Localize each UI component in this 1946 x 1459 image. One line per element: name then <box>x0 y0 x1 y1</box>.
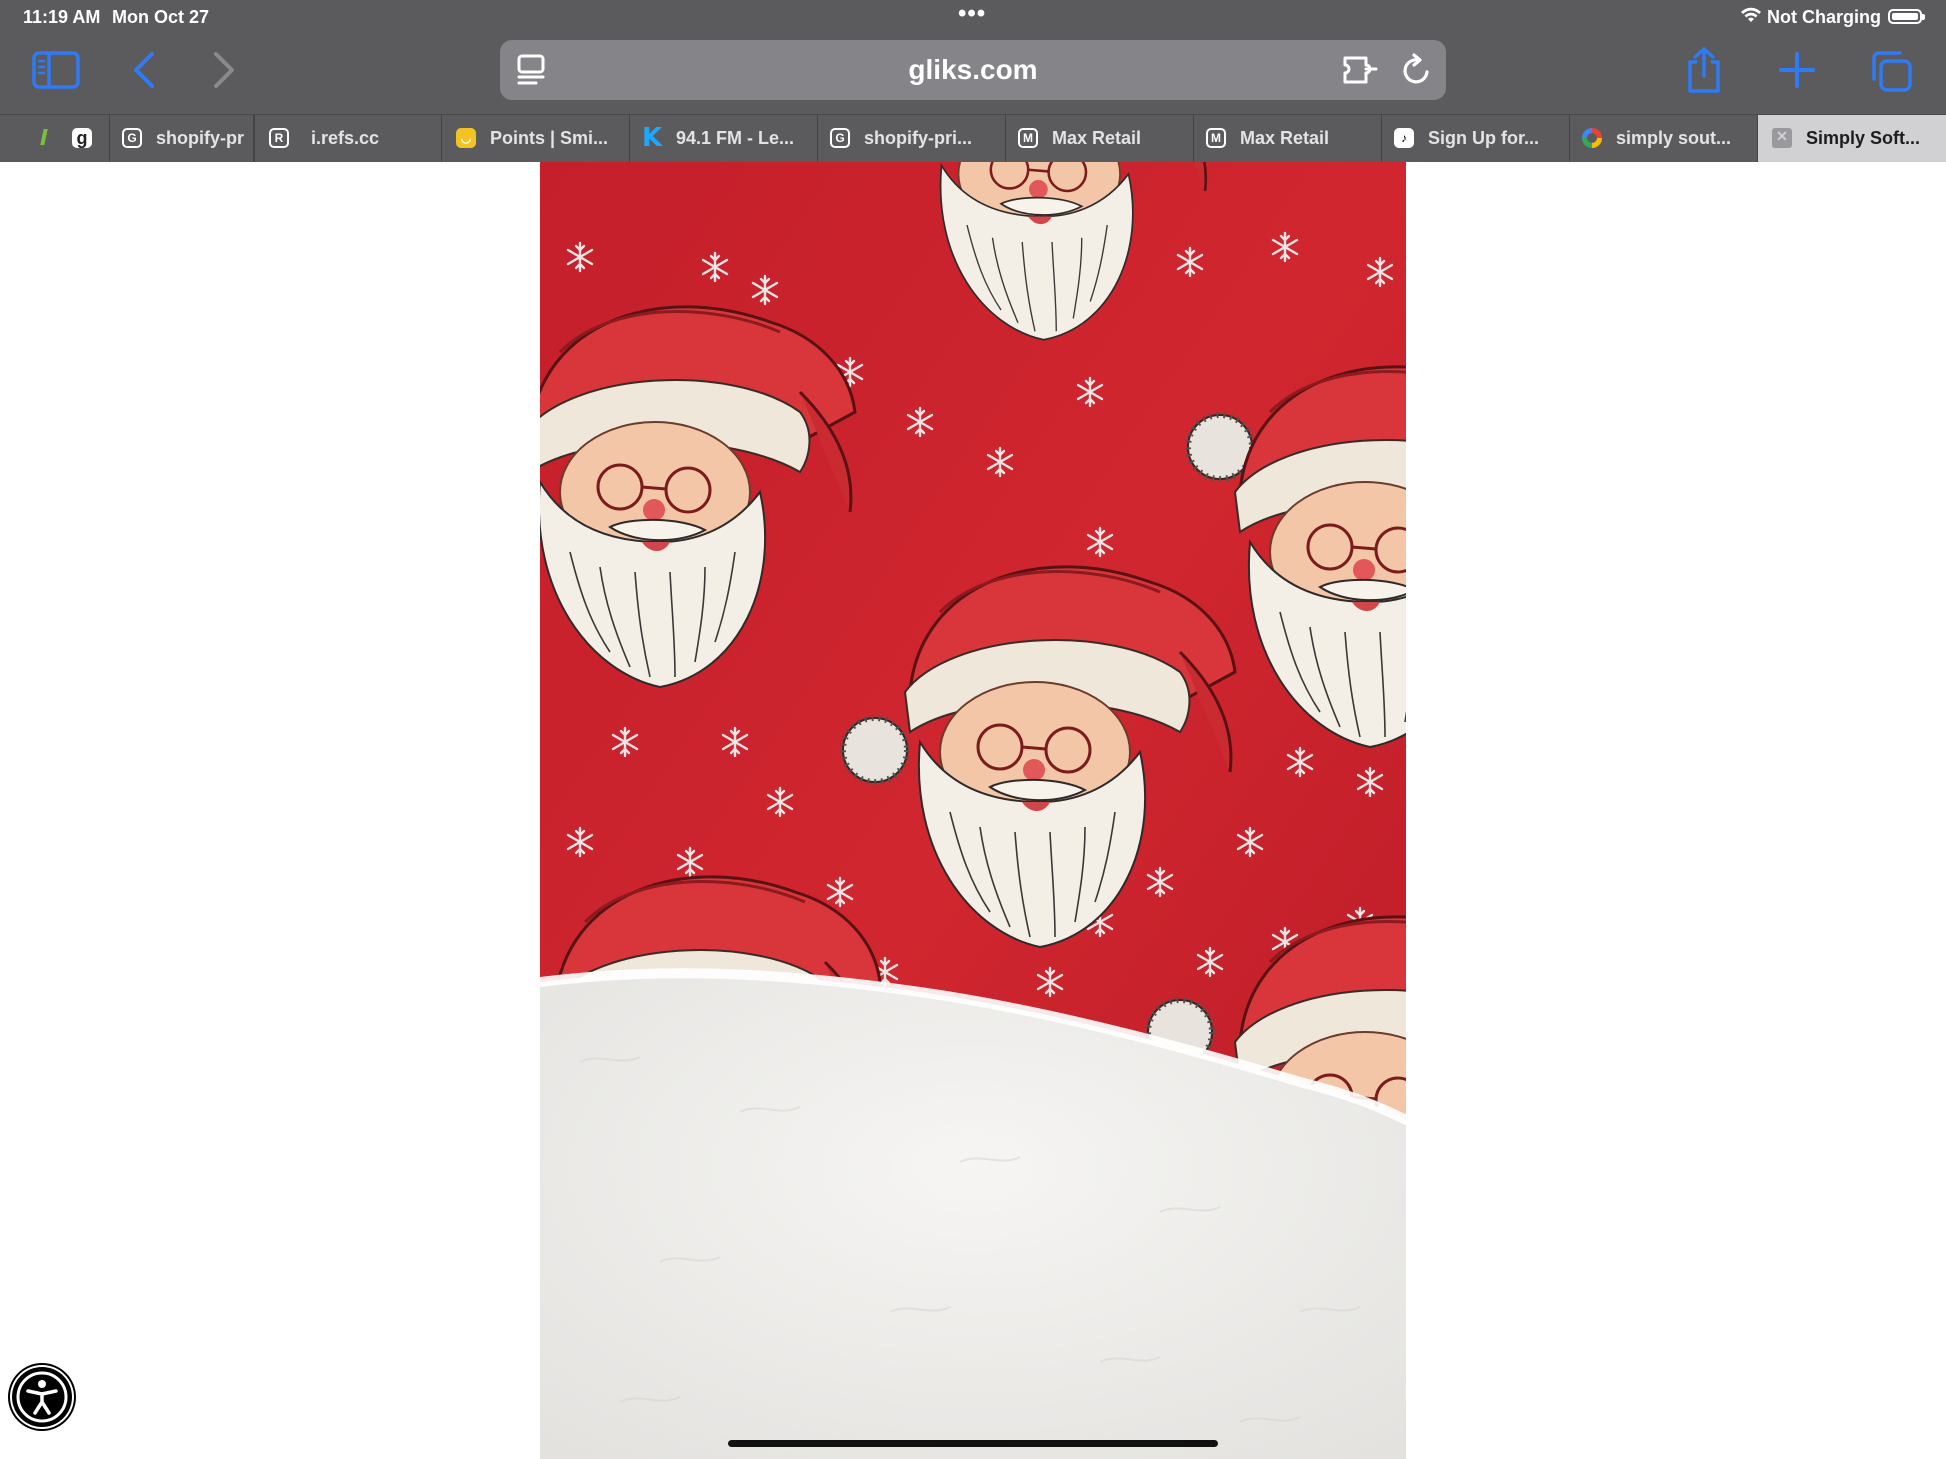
tab-label: i.refs.cc <box>311 128 380 148</box>
tab-label: shopify-pri... <box>864 128 972 148</box>
smile-favicon-icon: ◡ <box>456 128 476 148</box>
tab-label: Max Retail <box>1052 128 1142 148</box>
address-url[interactable]: gliks.com <box>500 54 1446 86</box>
wifi-icon <box>1741 7 1761 22</box>
battery-icon <box>1888 9 1925 24</box>
santa-blanket-photo <box>540 162 1406 1459</box>
tab-item[interactable]: g <box>0 115 110 163</box>
tab-label: Simply Soft... <box>1806 128 1921 148</box>
tab-item[interactable]: ◡ Points | Smi... <box>442 115 630 163</box>
tab-strip: g G shopify-pr R i.refs.cc ◡ Points | Sm… <box>0 114 1946 163</box>
google-favicon-icon <box>1582 128 1602 148</box>
g-letter-favicon-icon: G <box>122 128 142 148</box>
share-icon[interactable] <box>1684 46 1724 94</box>
home-indicator[interactable] <box>728 1440 1218 1447</box>
status-bar: 11:19 AM Mon Oct 27 ••• Not Charging <box>0 0 1946 34</box>
extension-icon[interactable] <box>1340 53 1380 87</box>
tab-favicon-fragment <box>40 129 48 145</box>
sidebar-icon[interactable] <box>32 51 80 89</box>
tab-item[interactable]: K 94.1 FM - Le... <box>630 115 818 163</box>
tabs-overview-icon[interactable] <box>1869 49 1913 93</box>
battery-status-text: Not Charging <box>1767 7 1881 27</box>
status-date: Mon Oct 27 <box>112 7 210 27</box>
status-time: 11:19 AM <box>23 7 101 27</box>
tab-item-active[interactable]: ✕ Simply Soft... <box>1758 115 1946 163</box>
tab-item[interactable]: G shopify-pr <box>110 115 254 163</box>
tab-label: Max Retail <box>1240 128 1330 148</box>
tiktok-favicon-icon: ♪ <box>1394 128 1414 148</box>
tab-label: Sign Up for... <box>1428 128 1539 148</box>
g-letter-favicon-icon: G <box>830 128 850 148</box>
product-image[interactable] <box>540 162 1406 1459</box>
tab-item[interactable]: R i.refs.cc <box>254 115 442 163</box>
forward-icon[interactable] <box>210 50 240 90</box>
accessibility-icon[interactable] <box>12 1367 72 1427</box>
g-favicon-icon: g <box>72 128 92 148</box>
tab-item[interactable]: simply sout... <box>1570 115 1758 163</box>
back-icon[interactable] <box>128 50 158 90</box>
close-tab-icon[interactable]: ✕ <box>1772 128 1792 148</box>
m-letter-favicon-icon: M <box>1206 128 1226 148</box>
page-content <box>0 162 1946 1459</box>
browser-chrome: 11:19 AM Mon Oct 27 ••• Not Charging gli… <box>0 0 1946 163</box>
tab-item[interactable]: G shopify-pri... <box>818 115 1006 163</box>
tab-label: shopify-pr <box>156 128 244 148</box>
m-letter-favicon-icon: M <box>1018 128 1038 148</box>
address-bar[interactable]: gliks.com <box>500 40 1446 100</box>
tab-label: Points | Smi... <box>490 128 609 148</box>
multitasking-dots[interactable]: ••• <box>958 0 986 28</box>
k-letter-favicon-icon: K <box>642 123 663 153</box>
reload-icon[interactable] <box>1400 52 1434 88</box>
plus-icon[interactable] <box>1777 50 1817 90</box>
tab-item[interactable]: M Max Retail <box>1194 115 1382 163</box>
r-letter-favicon-icon: R <box>269 128 289 148</box>
tab-item[interactable]: ♪ Sign Up for... <box>1382 115 1570 163</box>
tab-label: simply sout... <box>1616 128 1732 148</box>
tab-label: 94.1 FM - Le... <box>676 128 795 148</box>
tab-item[interactable]: M Max Retail <box>1006 115 1194 163</box>
